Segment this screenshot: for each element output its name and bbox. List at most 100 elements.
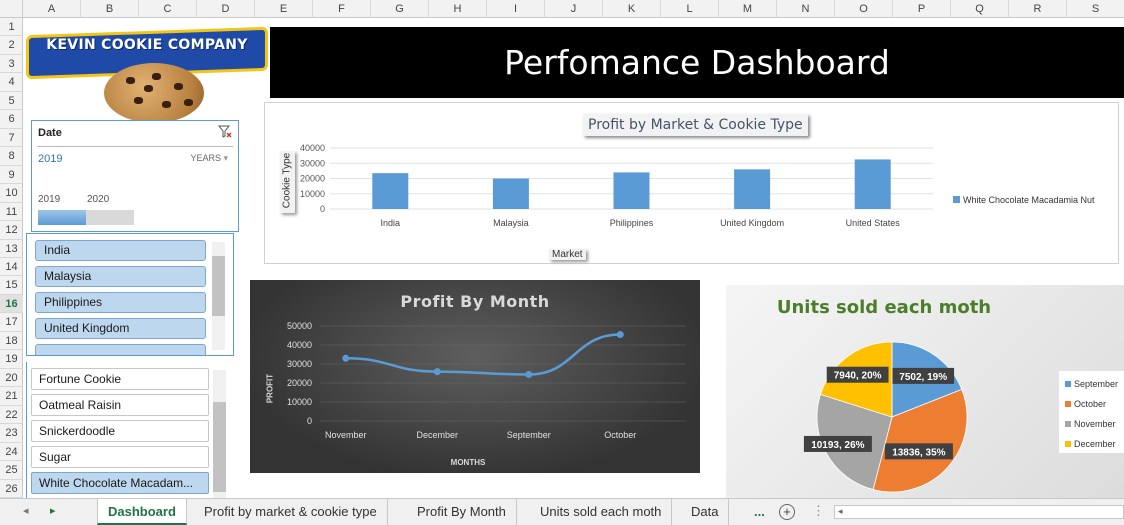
row-header[interactable]: 3 xyxy=(0,55,23,74)
row-header[interactable]: 19 xyxy=(0,350,23,369)
tab-profit-by-month[interactable]: Profit By Month xyxy=(407,499,517,525)
row-header[interactable]: 10 xyxy=(0,184,23,203)
legend-swatch xyxy=(953,196,960,203)
row-header[interactable]: 20 xyxy=(0,369,23,388)
market-item-malaysia[interactable]: Malaysia xyxy=(35,266,206,287)
column-header[interactable]: A xyxy=(23,0,81,18)
cookie-item-sugar[interactable]: Sugar xyxy=(31,446,209,468)
tab-data[interactable]: Data xyxy=(681,499,730,525)
row-header[interactable]: 23 xyxy=(0,424,23,443)
row-header[interactable]: 4 xyxy=(0,73,23,92)
column-header[interactable]: H xyxy=(429,0,487,18)
pie-plot: 7502, 19% 13836, 35% 10193, 26% 7940, 20% xyxy=(803,341,968,493)
column-headers: ABCDEFGHIJKLMNOPQRS xyxy=(0,0,1124,18)
cookie-item-oatmeal-raisin[interactable]: Oatmeal Raisin xyxy=(31,394,209,416)
column-header[interactable]: K xyxy=(603,0,661,18)
y-tick-label: 30000 xyxy=(300,158,325,168)
bar[interactable] xyxy=(734,169,771,209)
column-header[interactable]: J xyxy=(545,0,603,18)
row-header[interactable]: 8 xyxy=(0,147,23,166)
dashboard-title: Perfomance Dashboard xyxy=(270,27,1124,98)
row-header[interactable]: 5 xyxy=(0,92,23,111)
clear-filter-icon[interactable] xyxy=(217,125,232,139)
cookie-item-white-chocolate[interactable]: White Chocolate Macadam... xyxy=(31,472,209,494)
market-slicer: India Malaysia Philippines United Kingdo… xyxy=(26,233,234,356)
bar[interactable] xyxy=(372,173,409,209)
column-header[interactable]: N xyxy=(777,0,835,18)
row-header[interactable]: 26 xyxy=(0,480,23,498)
data-point[interactable] xyxy=(525,370,533,378)
column-header[interactable]: P xyxy=(893,0,951,18)
tab-profit-by-market[interactable]: Profit by market & cookie type xyxy=(194,499,388,525)
row-header[interactable]: 25 xyxy=(0,461,23,480)
row-header[interactable]: 21 xyxy=(0,387,23,406)
tab-dashboard[interactable]: Dashboard xyxy=(97,499,187,525)
scroll-left-icon[interactable]: ◂ xyxy=(838,506,843,517)
row-header[interactable]: 9 xyxy=(0,166,23,185)
more-tabs-button[interactable]: ... xyxy=(754,499,765,525)
market-scroll-thumb[interactable] xyxy=(212,256,225,316)
row-header[interactable]: 6 xyxy=(0,110,23,129)
row-header[interactable]: 24 xyxy=(0,443,23,462)
timeline-bar-2019[interactable] xyxy=(38,210,86,225)
select-all-corner[interactable] xyxy=(0,0,23,18)
timeline-bar-2020[interactable] xyxy=(86,210,134,225)
column-header[interactable]: O xyxy=(835,0,893,18)
cookie-scroll-thumb[interactable] xyxy=(213,402,226,492)
cookie-item-snickerdoodle[interactable]: Snickerdoodle xyxy=(31,420,209,442)
column-header[interactable]: C xyxy=(139,0,197,18)
data-label: 10193, 26% xyxy=(811,440,864,451)
bar[interactable] xyxy=(613,172,650,209)
row-header[interactable]: 14 xyxy=(0,258,23,277)
tab-units-sold[interactable]: Units sold each moth xyxy=(530,499,673,525)
scroll-tabs-right-icon[interactable]: ▸ xyxy=(50,504,56,517)
column-header[interactable]: G xyxy=(371,0,429,18)
bar[interactable] xyxy=(854,159,891,209)
market-item-philippines[interactable]: Philippines xyxy=(35,292,206,313)
chart-legend: White Chocolate Macadamia Nut xyxy=(953,195,1095,205)
horizontal-scrollbar[interactable]: ◂ xyxy=(834,505,1124,519)
row-header[interactable]: 15 xyxy=(0,276,23,295)
column-header[interactable]: Q xyxy=(951,0,1009,18)
profit-by-market-chart[interactable]: Profit by Market & Cookie Type Cookie Ty… xyxy=(264,102,1119,264)
date-timeline-slicer[interactable]: Date 2019 YEARS ▾ 2019 2020 xyxy=(31,120,239,232)
column-header[interactable]: D xyxy=(197,0,255,18)
row-header[interactable]: 1 xyxy=(0,18,23,37)
column-header[interactable]: R xyxy=(1009,0,1067,18)
column-header[interactable]: I xyxy=(487,0,545,18)
scroll-tabs-left-icon[interactable]: ◂ xyxy=(23,504,29,517)
column-header[interactable]: E xyxy=(255,0,313,18)
row-header[interactable]: 2 xyxy=(0,36,23,55)
row-header[interactable]: 7 xyxy=(0,129,23,148)
market-item-united-kingdom[interactable]: United Kingdom xyxy=(35,318,206,339)
profit-by-month-chart[interactable]: Profit By Month PROFIT 0 10000 20000 30000 4… xyxy=(250,280,700,473)
x-tick-label: September xyxy=(507,430,551,440)
row-header[interactable]: 17 xyxy=(0,313,23,332)
row-header[interactable]: 18 xyxy=(0,332,23,351)
cookie-item-fortune-cookie[interactable]: Fortune Cookie xyxy=(31,368,209,390)
bar[interactable] xyxy=(492,178,529,210)
row-header[interactable]: 12 xyxy=(0,221,23,240)
row-header[interactable]: 13 xyxy=(0,240,23,258)
row-header[interactable]: 11 xyxy=(0,203,23,222)
column-header[interactable]: L xyxy=(661,0,719,18)
column-header[interactable]: S xyxy=(1067,0,1124,18)
row-header[interactable]: 22 xyxy=(0,406,23,425)
column-header[interactable]: F xyxy=(313,0,371,18)
line-plot: 0 10000 20000 30000 40000 50000 November Decemb… xyxy=(287,321,686,440)
legend-swatch xyxy=(1065,421,1071,427)
row-header[interactable]: 16 xyxy=(0,294,23,314)
market-item-india[interactable]: India xyxy=(35,240,206,261)
data-point[interactable] xyxy=(616,331,624,339)
market-item-partial[interactable] xyxy=(35,344,206,355)
legend-label: December xyxy=(1074,439,1116,449)
series-line[interactable] xyxy=(345,333,621,376)
add-sheet-button[interactable]: + xyxy=(779,504,795,520)
column-header[interactable]: B xyxy=(81,0,139,18)
column-header[interactable]: M xyxy=(719,0,777,18)
data-point[interactable] xyxy=(342,354,350,362)
x-tick-label: November xyxy=(325,430,367,440)
units-sold-pie-chart[interactable]: Units sold each moth 7502, 19% 13836, 35%… xyxy=(726,285,1124,498)
time-level-dropdown[interactable]: YEARS ▾ xyxy=(190,153,228,164)
data-point[interactable] xyxy=(433,368,441,376)
